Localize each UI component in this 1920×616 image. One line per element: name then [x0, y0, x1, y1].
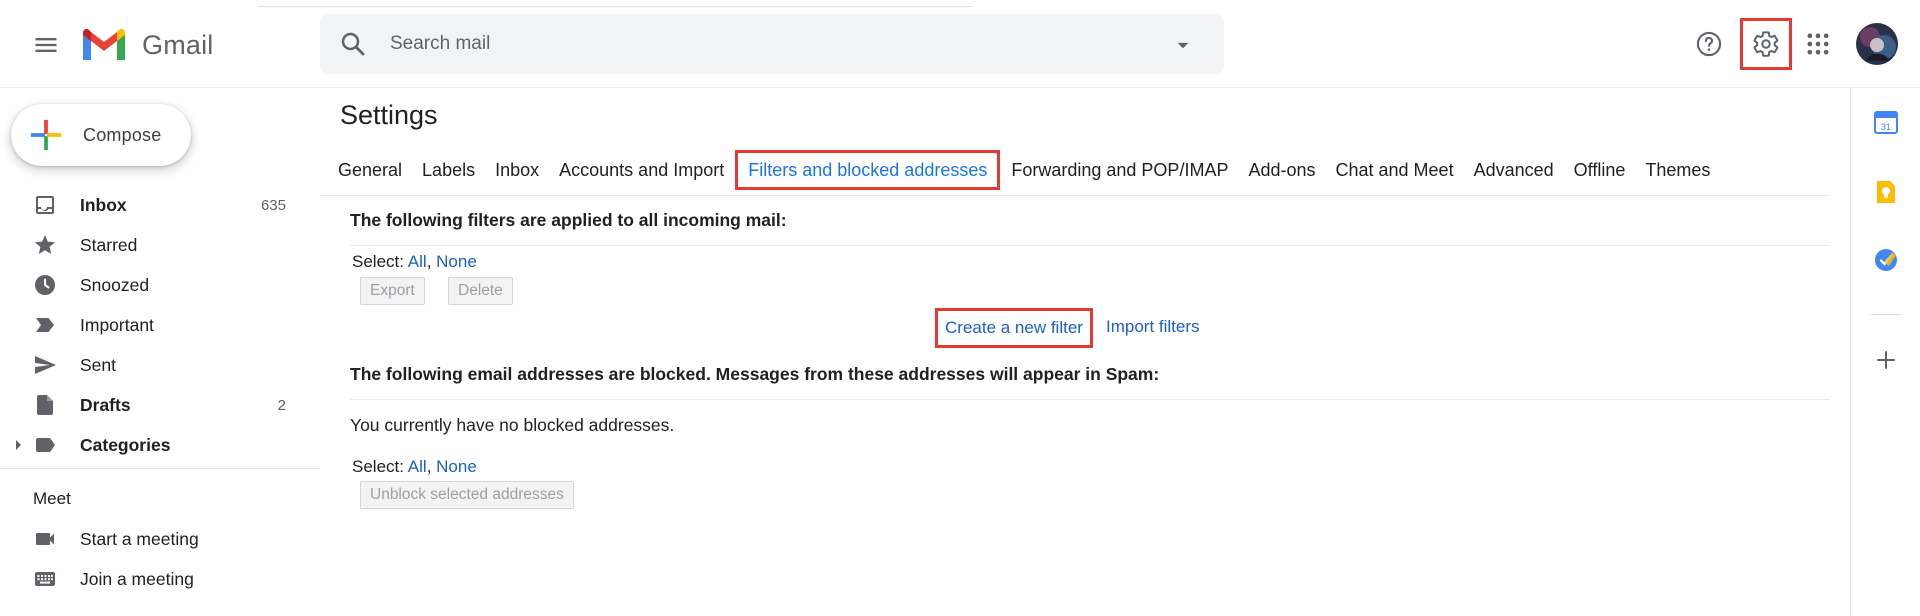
start-meeting-item[interactable]: Start a meeting	[0, 519, 300, 559]
meet-nav: Start a meeting Join a meeting	[0, 519, 300, 599]
no-blocked-message: You currently have no blocked addresses.	[350, 415, 675, 435]
export-button[interactable]: Export	[360, 277, 425, 305]
select-label: Select:	[352, 457, 404, 476]
tab-labels[interactable]: Labels	[412, 150, 485, 190]
support-button[interactable]	[1686, 21, 1732, 67]
select-separator: ,	[426, 457, 432, 476]
search-bar	[320, 14, 1224, 74]
sidebar-item-label: Snoozed	[80, 274, 150, 295]
blocked-heading: The following email addresses are blocke…	[350, 364, 1160, 384]
sidebar-item-starred[interactable]: Starred	[0, 225, 300, 265]
sidebar-item-inbox[interactable]: Inbox 635	[0, 185, 300, 225]
inbox-icon	[36, 196, 54, 214]
apps-grid-icon	[1807, 33, 1829, 55]
select-none-link[interactable]: None	[436, 457, 477, 476]
hamburger-menu-icon	[35, 38, 57, 52]
select-all-link[interactable]: All	[408, 252, 427, 271]
tasks-icon[interactable]	[1872, 246, 1900, 274]
import-filters-link[interactable]: Import filters	[1106, 317, 1200, 337]
expand-caret-icon[interactable]	[16, 440, 21, 450]
unread-count: 635	[260, 196, 286, 214]
tab-themes[interactable]: Themes	[1635, 150, 1720, 190]
compose-label: Compose	[83, 124, 162, 145]
send-icon	[35, 356, 56, 374]
account-avatar[interactable]	[1856, 23, 1898, 65]
star-icon	[35, 235, 55, 254]
unblock-selected-button[interactable]: Unblock selected addresses	[360, 481, 574, 509]
tab-advanced[interactable]: Advanced	[1464, 150, 1564, 190]
search-icon[interactable]	[338, 29, 368, 59]
gmail-logo[interactable]: Gmail	[80, 26, 214, 64]
sidebar-item-label: Starred	[80, 234, 138, 255]
filters-select-row: Select: All, None	[352, 252, 477, 272]
sidebar-divider	[0, 468, 320, 469]
create-new-filter-link[interactable]: Create a new filter	[935, 308, 1093, 348]
sidebar-item-drafts[interactable]: Drafts 2	[0, 385, 300, 425]
sidebar-item-sent[interactable]: Sent	[0, 345, 300, 385]
important-icon	[36, 318, 54, 332]
select-none-link[interactable]: None	[436, 252, 477, 271]
draft-count: 2	[277, 396, 286, 414]
keyboard-icon	[35, 572, 55, 586]
delete-button[interactable]: Delete	[448, 277, 513, 305]
join-meeting-item[interactable]: Join a meeting	[0, 559, 300, 599]
blocked-select-row: Select: All, None	[352, 457, 477, 477]
meet-item-label: Start a meeting	[80, 528, 199, 549]
google-apps-button[interactable]	[1795, 21, 1841, 67]
tab-general[interactable]: General	[328, 150, 412, 190]
tab-inbox[interactable]: Inbox	[485, 150, 549, 190]
draft-icon	[37, 395, 53, 415]
avatar-image	[1856, 23, 1898, 65]
calendar-icon[interactable]: 31	[1872, 108, 1900, 136]
main-menu-button[interactable]	[22, 21, 70, 69]
add-plus-icon[interactable]	[1872, 346, 1900, 374]
sidebar-item-label: Important	[80, 314, 154, 335]
select-all-link[interactable]: All	[408, 457, 427, 476]
gear-icon	[1753, 31, 1779, 57]
compose-plus-icon	[30, 119, 62, 151]
tab-offline[interactable]: Offline	[1564, 150, 1636, 190]
tab-filters-and-blocked-addresses[interactable]: Filters and blocked addresses	[735, 149, 1001, 190]
settings-panel: Settings General Labels Inbox Accounts a…	[320, 88, 1850, 616]
meet-item-label: Join a meeting	[80, 568, 194, 589]
label-icon	[36, 438, 55, 452]
sidebar-item-snoozed[interactable]: Snoozed	[0, 265, 300, 305]
search-options-dropdown-icon[interactable]	[1170, 32, 1196, 58]
keep-icon[interactable]	[1872, 178, 1900, 206]
sidebar-item-label: Drafts	[80, 394, 131, 415]
select-separator: ,	[426, 252, 432, 271]
clock-icon	[35, 275, 55, 295]
sidebar-item-categories[interactable]: Categories	[0, 425, 300, 465]
meet-section-title: Meet	[33, 489, 71, 508]
page-title: Settings	[340, 100, 438, 130]
tab-accounts-and-import[interactable]: Accounts and Import	[549, 150, 734, 190]
settings-tabs: General Labels Inbox Accounts and Import…	[320, 144, 1830, 196]
sidebar-item-label: Inbox	[80, 194, 127, 215]
video-camera-icon	[36, 533, 54, 545]
svg-text:31: 31	[1881, 122, 1891, 132]
top-divider	[258, 6, 972, 7]
filters-heading: The following filters are applied to all…	[350, 210, 787, 230]
top-header: Gmail	[0, 0, 1920, 88]
help-icon	[1696, 31, 1722, 57]
gmail-m-icon	[83, 29, 125, 60]
app-name: Gmail	[142, 29, 214, 60]
sidebar-item-label: Categories	[80, 434, 171, 455]
search-input[interactable]	[390, 14, 1130, 74]
side-panel-divider	[1871, 314, 1901, 315]
tab-add-ons[interactable]: Add-ons	[1238, 150, 1325, 190]
tab-forwarding-and-pop-imap[interactable]: Forwarding and POP/IMAP	[1001, 150, 1238, 190]
settings-button[interactable]	[1740, 18, 1792, 70]
blocked-divider	[350, 399, 1830, 400]
sidebar-item-label: Sent	[80, 354, 116, 375]
side-panel: 31	[1850, 88, 1920, 616]
select-label: Select:	[352, 252, 404, 271]
sidebar-nav: Inbox 635 Starred Snoozed Important Sent…	[0, 185, 300, 465]
tab-chat-and-meet[interactable]: Chat and Meet	[1326, 150, 1464, 190]
sidebar-item-important[interactable]: Important	[0, 305, 300, 345]
filters-divider	[350, 245, 1830, 246]
compose-button[interactable]: Compose	[11, 104, 191, 166]
